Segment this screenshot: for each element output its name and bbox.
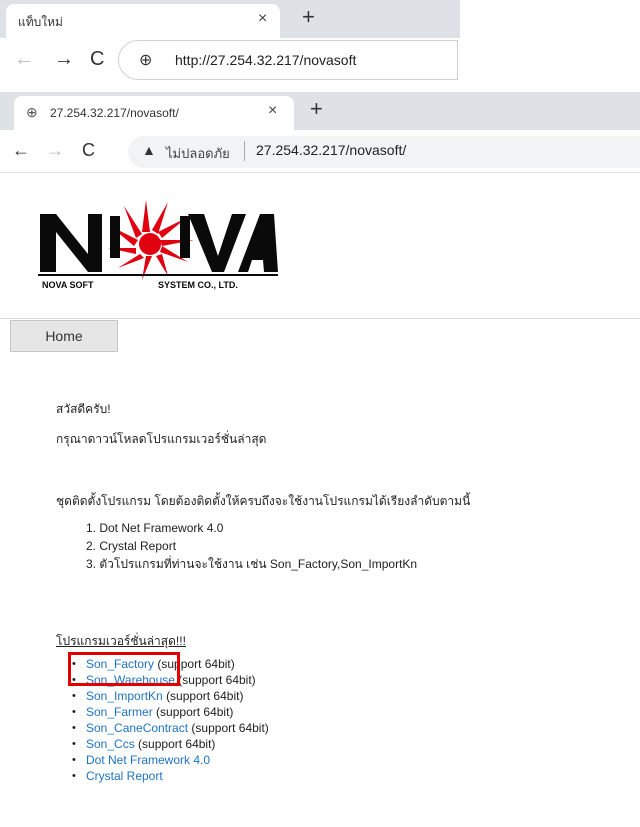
latest-heading: โปรแกรมเวอร์ชั่นล่าสุด!!!: [56, 634, 186, 648]
download-link-crystal-report[interactable]: Crystal Report: [86, 769, 163, 783]
install-step: 2. Crystal Report: [86, 539, 177, 553]
install-heading: ชุดติดตั้งโปรแกรม โดยต้องติดตั้งให้ครบถึ…: [56, 494, 471, 508]
close-icon[interactable]: ×: [268, 102, 277, 120]
greeting: สวัสดีครับ!: [56, 402, 111, 416]
logo-text-left: NOVA SOFT: [42, 280, 94, 290]
download-prompt: กรุณาดาวน์โหลดโปรแกรมเวอร์ชั่นล่าสุด: [56, 432, 267, 446]
support-note: (support 64bit): [156, 705, 234, 719]
header-divider: [0, 318, 640, 319]
site-info-icon[interactable]: ⊕: [139, 50, 152, 70]
browser1-url[interactable]: http://27.254.32.217/novasoft: [175, 52, 356, 68]
support-note: (support 64bit): [166, 689, 244, 703]
download-link-son-canecontract[interactable]: Son_CaneContract: [86, 721, 188, 735]
download-link-son-importkn[interactable]: Son_ImportKn: [86, 689, 163, 703]
download-link-son-farmer[interactable]: Son_Farmer: [86, 705, 153, 719]
list-item: • Son_ImportKn (support 64bit): [72, 688, 269, 704]
browser1-tab-strip: แท็บใหม่ × +: [0, 0, 460, 38]
browser2-address-bar[interactable]: ▲ ไม่ปลอดภัย 27.254.32.217/novasoft/: [128, 136, 640, 168]
bullet: •: [72, 754, 76, 766]
forward-icon[interactable]: →: [46, 140, 64, 161]
logo-underline: [38, 274, 278, 276]
install-step: 3. ตัวโปรแกรมที่ท่านจะใช้งาน เช่น Son_Fa…: [86, 557, 418, 571]
logo-text-right: SYSTEM CO., LTD.: [158, 280, 238, 290]
home-tab[interactable]: Home: [10, 320, 118, 352]
support-note: (support 64bit): [191, 721, 269, 735]
back-icon[interactable]: ←: [12, 140, 30, 161]
site-icon: ⊕: [26, 104, 38, 120]
download-link-son-ccs[interactable]: Son_Ccs: [86, 737, 135, 751]
list-item: • Dot Net Framework 4.0: [72, 752, 269, 768]
not-secure-label[interactable]: ไม่ปลอดภัย: [166, 143, 230, 164]
separator: [244, 141, 245, 161]
warning-icon[interactable]: ▲: [142, 142, 156, 158]
list-item: • Crystal Report: [72, 768, 269, 784]
bullet: •: [72, 706, 76, 718]
browser1-tab[interactable]: แท็บใหม่ ×: [6, 4, 280, 38]
bullet: •: [72, 690, 76, 702]
back-icon[interactable]: ←: [14, 48, 34, 71]
bullet: •: [72, 738, 76, 750]
browser2-tab-strip: ⊕ 27.254.32.217/novasoft/ × +: [0, 92, 640, 130]
support-note: (support 64bit): [178, 673, 256, 687]
reload-icon[interactable]: C: [90, 48, 104, 71]
bullet: •: [72, 722, 76, 734]
close-icon[interactable]: ×: [258, 10, 267, 28]
forward-icon[interactable]: →: [54, 48, 74, 71]
support-note: (support 64bit): [138, 737, 216, 751]
reload-icon[interactable]: C: [82, 140, 95, 161]
nova-soft-logo: NOVA SOFT SYSTEM CO., LTD.: [38, 200, 278, 290]
install-step: 1. Dot Net Framework 4.0: [86, 521, 224, 535]
browser1-address-bar[interactable]: ⊕ http://27.254.32.217/novasoft: [118, 40, 458, 80]
new-tab-icon[interactable]: +: [310, 96, 323, 122]
highlight-box: [68, 652, 180, 686]
install-steps: 1. Dot Net Framework 4.0 2. Crystal Repo…: [86, 519, 417, 573]
new-tab-icon[interactable]: +: [302, 4, 315, 30]
list-item: • Son_Ccs (support 64bit): [72, 736, 269, 752]
list-item: • Son_CaneContract (support 64bit): [72, 720, 269, 736]
browser2-url[interactable]: 27.254.32.217/novasoft/: [256, 142, 406, 158]
bullet: •: [72, 770, 76, 782]
browser2-toolbar: ← → C ▲ ไม่ปลอดภัย 27.254.32.217/novasof…: [0, 130, 640, 173]
list-item: • Son_Farmer (support 64bit): [72, 704, 269, 720]
browser1-tab-title: แท็บใหม่: [18, 15, 63, 29]
browser2-tab[interactable]: ⊕ 27.254.32.217/novasoft/ ×: [14, 96, 294, 130]
download-link-dotnet[interactable]: Dot Net Framework 4.0: [86, 753, 210, 767]
browser2-tab-title: 27.254.32.217/novasoft/: [50, 106, 179, 120]
